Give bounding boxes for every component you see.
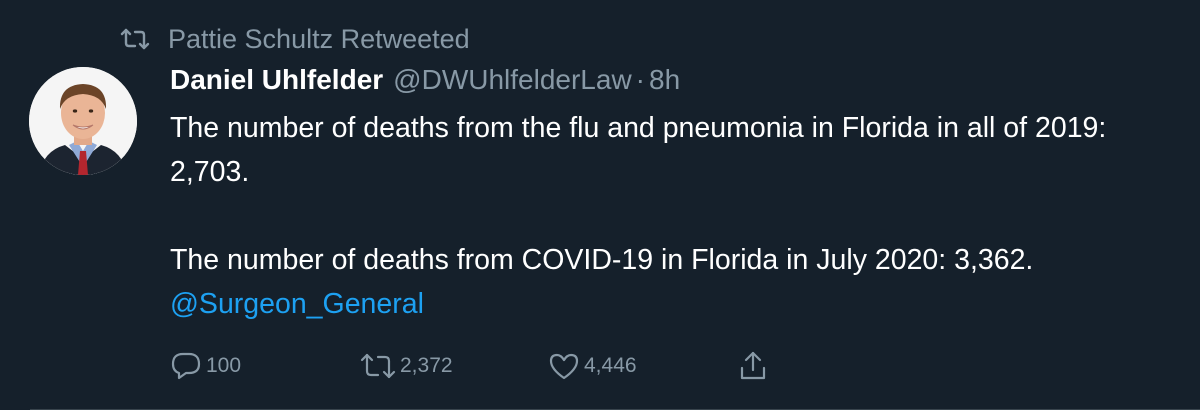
retweet-button[interactable]: 2,372: [360, 352, 548, 380]
retweet-icon: [118, 24, 152, 54]
tweet-timestamp[interactable]: 8h: [649, 60, 680, 100]
like-count: 4,446: [584, 354, 637, 377]
tweet-card[interactable]: Pattie Schultz Retweeted Daniel Uhlfelde…: [0, 0, 1200, 410]
mention-link[interactable]: @Surgeon_General: [170, 282, 1180, 326]
author-display-name[interactable]: Daniel Uhlfelder: [170, 60, 383, 100]
tweet-paragraph: The number of deaths from COVID-19 in Fl…: [170, 244, 1034, 276]
separator-dot: ·: [635, 64, 645, 95]
retweeted-by-label: Pattie Schultz Retweeted: [168, 23, 470, 54]
retweet-context[interactable]: Pattie Schultz Retweeted: [118, 22, 470, 56]
share-button[interactable]: [738, 350, 768, 382]
retweet-icon: [360, 352, 396, 380]
reply-button[interactable]: 100: [170, 351, 360, 381]
avatar[interactable]: [29, 67, 137, 175]
avatar-photo: [29, 67, 137, 175]
retweet-count: 2,372: [400, 354, 453, 377]
like-button[interactable]: 4,446: [548, 352, 738, 380]
reply-icon: [170, 351, 202, 381]
tweet-content: Daniel Uhlfelder @DWUhlfelderLaw · 8h Th…: [170, 60, 1180, 326]
heart-icon: [548, 352, 580, 380]
tweet-actions: 100 2,372 4,446: [170, 348, 768, 384]
author-handle[interactable]: @DWUhlfelderLaw: [393, 60, 632, 100]
tweet-paragraph: The number of deaths from the flu and pn…: [170, 112, 1107, 188]
share-icon: [738, 350, 768, 382]
reply-count: 100: [206, 354, 242, 377]
tweet-body: The number of deaths from the flu and pn…: [170, 106, 1180, 326]
tweet-header: Daniel Uhlfelder @DWUhlfelderLaw · 8h: [170, 60, 1180, 100]
